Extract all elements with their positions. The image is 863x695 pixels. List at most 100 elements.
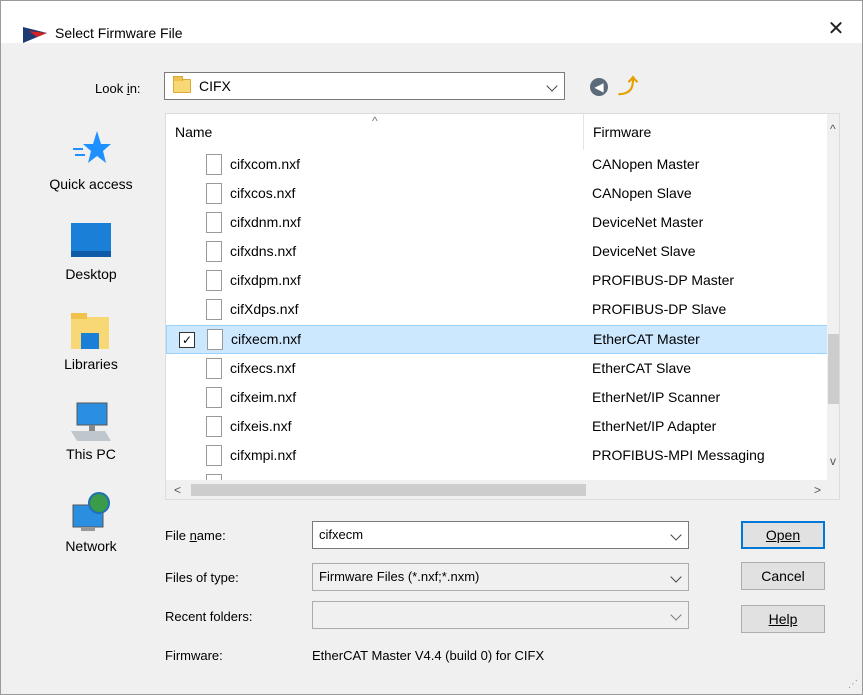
file-firmware: EtherCAT Master	[593, 331, 700, 347]
file-name: cifxcos.nxf	[230, 185, 296, 201]
place-quick-access[interactable]: Quick access	[21, 131, 161, 192]
file-row[interactable]: cifxcos.nxf CANopen Slave	[166, 179, 829, 208]
file-firmware: DeviceNet Master	[592, 214, 704, 230]
file-icon	[206, 358, 222, 379]
place-label: Desktop	[65, 266, 117, 282]
file-firmware: EtherCAT Slave	[592, 360, 692, 376]
file-name-label: File name:	[165, 528, 226, 543]
file-row[interactable]: cifXdps.nxf PROFIBUS-DP Slave	[166, 295, 829, 324]
file-name-value: cifxecm	[319, 527, 364, 542]
file-row[interactable]: cifxecs.nxf EtherCAT Slave	[166, 354, 829, 383]
column-header-name[interactable]: Name	[175, 114, 212, 150]
file-icon	[206, 387, 222, 408]
desktop-icon	[71, 223, 111, 257]
files-of-type-label: Files of type:	[165, 570, 239, 585]
up-folder-icon[interactable]: ⤴	[615, 74, 641, 100]
scroll-left-arrow[interactable]: <	[174, 483, 181, 497]
recent-folders-dropdown[interactable]	[312, 601, 689, 629]
help-button[interactable]: Help	[741, 605, 825, 633]
sort-ascending-icon: ^	[372, 114, 378, 128]
file-icon	[206, 416, 222, 437]
file-name: cifxeis.nxf	[230, 418, 292, 434]
close-button[interactable]: ✕	[816, 15, 856, 43]
file-icon	[206, 212, 222, 233]
file-row[interactable]: cifxmpi.nxf PROFIBUS-MPI Messaging	[166, 441, 829, 470]
file-firmware: CANopen Master	[592, 156, 700, 172]
column-divider[interactable]	[583, 114, 584, 150]
cancel-button[interactable]: Cancel	[741, 562, 825, 590]
file-name: cifXdps.nxf	[230, 301, 299, 317]
file-firmware: PROFIBUS-DP Slave	[592, 301, 727, 317]
file-row[interactable]: cifxcom.nxf CANopen Master	[166, 150, 829, 179]
file-list[interactable]: Name ^ Firmware cifxcom.nxf CANopen Mast…	[165, 113, 840, 500]
network-icon	[72, 492, 110, 531]
file-name: cifxdnm.nxf	[230, 214, 301, 230]
firmware-label: Firmware:	[165, 648, 223, 663]
files-of-type-value: Firmware Files (*.nxf;*.nxm)	[319, 569, 480, 584]
vertical-scroll-thumb[interactable]	[828, 334, 839, 404]
file-icon	[206, 445, 222, 466]
files-of-type-dropdown[interactable]: Firmware Files (*.nxf;*.nxm)	[312, 563, 689, 591]
place-label: Quick access	[49, 176, 133, 192]
file-name: cifxecs.nxf	[230, 360, 296, 376]
help-button-label: Help	[768, 611, 798, 627]
place-label: Network	[65, 538, 117, 554]
file-row-selected[interactable]: ✓ cifxecm.nxf EtherCAT Master	[166, 325, 829, 354]
file-name: cifxdns.nxf	[230, 243, 297, 259]
computer-icon	[71, 402, 111, 441]
column-header-firmware[interactable]: Firmware	[593, 114, 651, 150]
place-this-pc[interactable]: This PC	[21, 401, 161, 462]
select-firmware-dialog: Select Firmware File ✕ Look in: CIFX ◀ ⤴…	[0, 0, 863, 695]
file-icon	[206, 299, 222, 320]
file-row[interactable]: cifxdpm.nxf PROFIBUS-DP Master	[166, 266, 829, 295]
star-icon	[73, 131, 111, 163]
file-row[interactable]: cifxeim.nxf EtherNet/IP Scanner	[166, 383, 829, 412]
scroll-right-arrow[interactable]: >	[814, 483, 821, 497]
open-button-label: Open	[765, 527, 801, 543]
file-name: cifxecm.nxf	[231, 331, 302, 347]
vertical-scrollbar[interactable]: ^ v	[827, 114, 839, 480]
file-row[interactable]: cifxeis.nxf EtherNet/IP Adapter	[166, 412, 829, 441]
chevron-down-icon	[670, 529, 682, 541]
file-firmware: PROFIBUS-MPI Messaging	[592, 447, 765, 463]
horizontal-scrollbar[interactable]: < >	[166, 480, 839, 499]
libraries-icon	[71, 313, 109, 349]
file-firmware: EtherNet/IP Scanner	[592, 389, 721, 405]
file-name: cifxmpi.nxf	[230, 447, 297, 463]
look-in-value: CIFX	[199, 78, 231, 94]
firmware-info: EtherCAT Master V4.4 (build 0) for CIFX	[312, 648, 545, 663]
file-name-combo[interactable]: cifxecm	[312, 521, 689, 549]
file-icon	[206, 241, 222, 262]
scroll-up-arrow[interactable]: ^	[830, 122, 836, 136]
open-button[interactable]: Open	[741, 521, 825, 549]
place-network[interactable]: Network	[21, 491, 161, 554]
file-icon	[207, 329, 223, 350]
file-row[interactable]: cifxdns.nxf DeviceNet Slave	[166, 237, 829, 266]
look-in-dropdown[interactable]: CIFX	[164, 72, 565, 100]
places-bar: Quick access Desktop Libraries This PC N…	[21, 119, 161, 589]
horizontal-scroll-thumb[interactable]	[191, 484, 586, 496]
chevron-down-icon	[546, 80, 558, 92]
scroll-down-arrow[interactable]: v	[830, 454, 836, 468]
file-icon	[206, 183, 222, 204]
title-bar: Select Firmware File ✕	[1, 1, 862, 43]
chevron-down-icon	[670, 571, 682, 583]
file-row[interactable]: cifxdnm.nxf DeviceNet Master	[166, 208, 829, 237]
dialog-title: Select Firmware File	[55, 25, 183, 41]
file-row-partial[interactable]	[166, 470, 829, 495]
file-firmware: CANopen Slave	[592, 185, 692, 201]
file-name: cifxeim.nxf	[230, 389, 297, 405]
chevron-down-icon	[670, 609, 682, 621]
file-firmware: EtherNet/IP Adapter	[592, 418, 717, 434]
row-checkbox[interactable]: ✓	[179, 332, 195, 348]
back-icon[interactable]: ◀	[590, 78, 608, 96]
file-icon	[206, 154, 222, 175]
file-name: cifxcom.nxf	[230, 156, 301, 172]
place-desktop[interactable]: Desktop	[21, 221, 161, 282]
app-icon	[23, 27, 47, 43]
place-libraries[interactable]: Libraries	[21, 311, 161, 372]
file-icon	[206, 270, 222, 291]
file-firmware: DeviceNet Slave	[592, 243, 696, 259]
recent-folders-label: Recent folders:	[165, 609, 253, 624]
resize-grip-icon[interactable]: ⋰	[848, 679, 858, 690]
